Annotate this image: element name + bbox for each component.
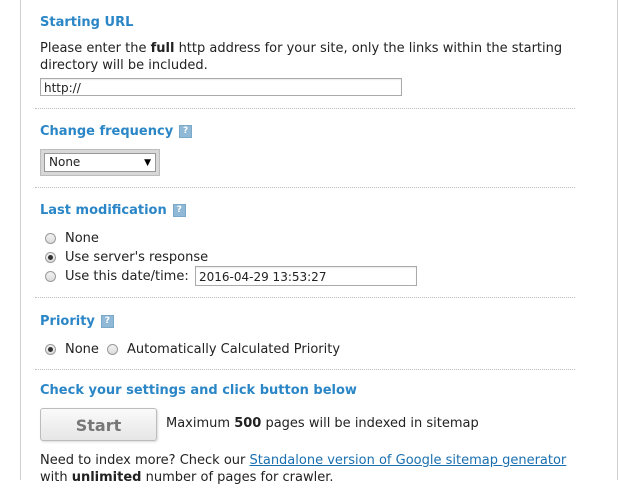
radio-label: Automatically Calculated Priority: [127, 342, 341, 357]
radio-button[interactable]: [45, 233, 56, 244]
radio-label: Use this date/time:: [65, 269, 189, 284]
desc-text-line2: directory will be included.: [40, 58, 208, 73]
max-pages-note: Maximum 500 pages will be indexed in sit…: [166, 416, 479, 431]
help-icon[interactable]: ?: [179, 125, 193, 138]
change-frequency-title: Change frequency: [40, 124, 174, 139]
radio-button[interactable]: [45, 271, 56, 282]
separator: [35, 187, 575, 188]
check-settings-heading: Check your settings and click button bel…: [40, 383, 357, 398]
priority-option-none[interactable]: None: [45, 342, 99, 357]
start-button-label: Start: [75, 416, 122, 435]
separator: [35, 369, 575, 370]
last-mod-option-custom-date[interactable]: Use this date/time:: [45, 269, 189, 284]
upgrade-text-line2-rest: number of pages for crawler.: [141, 470, 334, 485]
change-frequency-selected-value: None: [49, 155, 81, 169]
priority-heading: Priority ?: [40, 314, 114, 329]
help-icon[interactable]: ?: [172, 204, 186, 217]
radio-button-selected[interactable]: [45, 252, 56, 263]
change-frequency-select-wrapper: None ▼: [40, 149, 160, 176]
max-pages-count: 500: [234, 416, 262, 431]
upgrade-text-line2: with: [40, 470, 72, 485]
last-mod-option-server-response[interactable]: Use server's response: [45, 250, 208, 265]
starting-url-input[interactable]: http://: [40, 78, 402, 96]
radio-button[interactable]: [107, 344, 118, 355]
separator: [35, 108, 575, 109]
starting-url-title: Starting URL: [40, 15, 134, 30]
datetime-value: 2016-04-29 13:53:27: [199, 270, 327, 284]
unlimited-bold: unlimited: [71, 470, 142, 485]
starting-url-heading: Starting URL: [40, 15, 133, 30]
radio-button-selected[interactable]: [45, 344, 56, 355]
upgrade-text: Need to index more? Check our: [40, 453, 250, 468]
change-frequency-heading: Change frequency ?: [40, 124, 193, 139]
starting-url-value: http://: [44, 81, 81, 95]
change-frequency-select[interactable]: None ▼: [44, 153, 156, 172]
radio-label: None: [65, 342, 99, 357]
max-pages-text: Maximum: [166, 416, 235, 431]
start-button[interactable]: Start: [40, 408, 157, 441]
check-settings-title: Check your settings and click button bel…: [40, 383, 357, 398]
radio-label: None: [65, 231, 99, 246]
max-pages-text-rest: pages will be indexed in sitemap: [261, 416, 479, 431]
last-mod-option-none[interactable]: None: [45, 231, 99, 246]
desc-text-rest: http address for your site, only the lin…: [174, 41, 563, 56]
last-modification-heading: Last modification ?: [40, 203, 186, 218]
radio-label: Use server's response: [65, 250, 209, 265]
priority-title: Priority: [40, 314, 95, 329]
desc-text: Please enter the: [40, 41, 151, 56]
priority-option-auto[interactable]: Automatically Calculated Priority: [107, 342, 340, 357]
desc-bold: full: [150, 41, 175, 56]
starting-url-description: Please enter the full http address for y…: [40, 40, 600, 74]
last-modification-title: Last modification: [40, 203, 167, 218]
dropdown-arrow-icon: ▼: [144, 158, 151, 168]
upgrade-note: Need to index more? Check our Standalone…: [40, 452, 600, 486]
standalone-version-link[interactable]: Standalone version of Google sitemap gen…: [250, 453, 567, 468]
datetime-input[interactable]: 2016-04-29 13:53:27: [195, 266, 417, 286]
help-icon[interactable]: ?: [100, 315, 114, 328]
separator: [35, 297, 575, 298]
